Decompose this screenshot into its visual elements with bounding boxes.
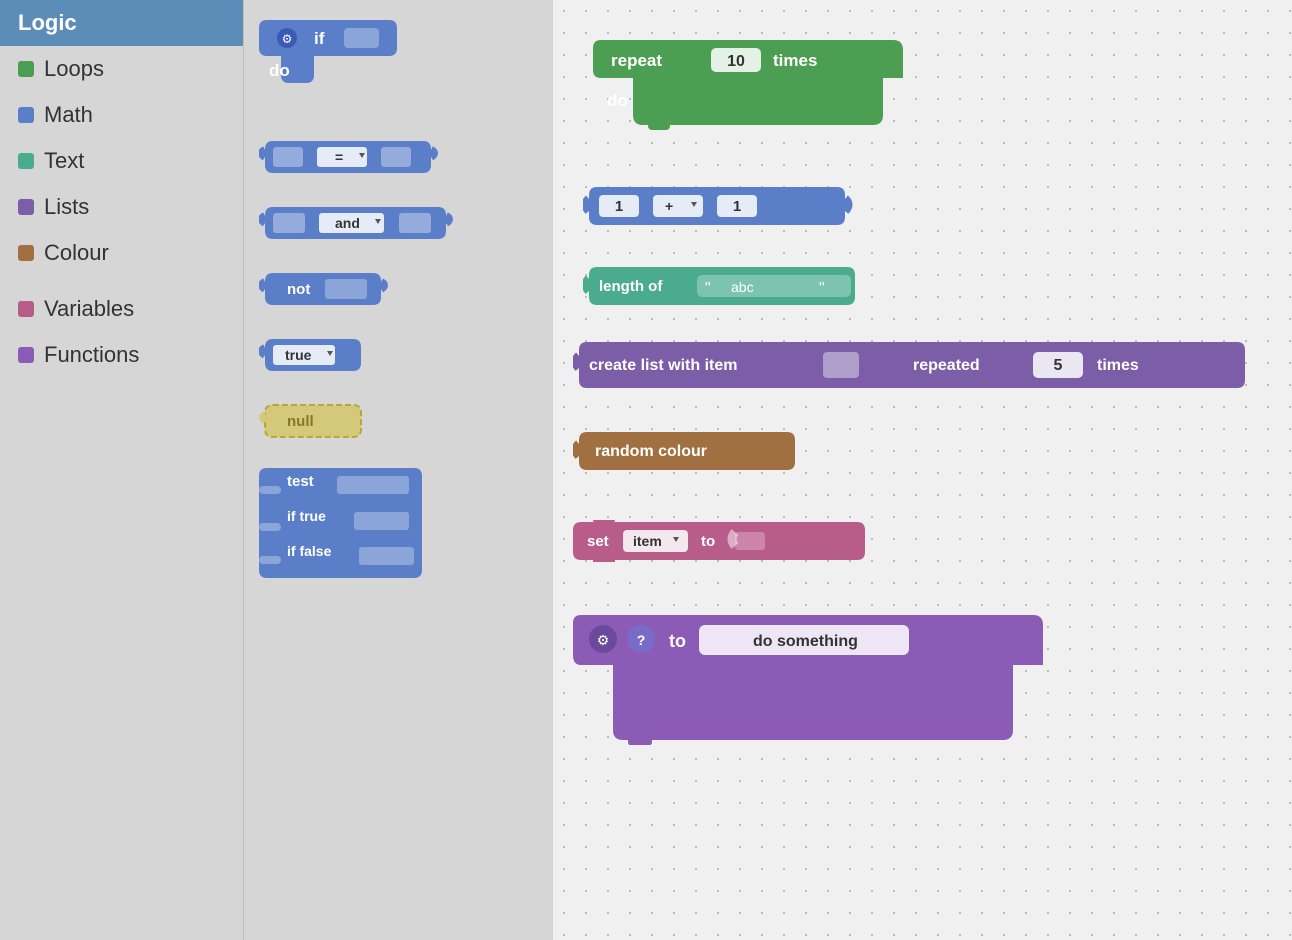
svg-text:not: not <box>287 281 310 298</box>
svg-text:to: to <box>701 533 715 550</box>
equals-block[interactable]: = <box>259 138 538 181</box>
svg-text:times: times <box>1097 357 1139 374</box>
lists-color-dot <box>18 199 34 215</box>
svg-text:repeated: repeated <box>913 357 980 374</box>
variables-color-dot <box>18 301 34 317</box>
loops-color-dot <box>18 61 34 77</box>
sidebar: Logic Loops Math Text Lists Colour Varia… <box>0 0 243 940</box>
svg-text:set: set <box>587 533 609 550</box>
sidebar-item-logic[interactable]: Logic <box>0 0 243 46</box>
svg-text:test: test <box>287 473 314 490</box>
svg-text:?: ? <box>637 632 646 648</box>
sidebar-label-text: Text <box>44 148 84 174</box>
sidebar-item-loops[interactable]: Loops <box>0 46 243 92</box>
svg-text:repeat: repeat <box>611 51 662 70</box>
text-length-block[interactable]: length of " abc " <box>583 265 863 312</box>
svg-text:=: = <box>335 149 343 165</box>
svg-text:true: true <box>285 347 312 363</box>
sidebar-label-math: Math <box>44 102 93 128</box>
if-block[interactable]: ⚙ if do <box>259 20 538 115</box>
svg-text:if true: if true <box>287 508 326 524</box>
svg-text:if: if <box>314 29 325 48</box>
ternary-block[interactable]: test if true if false <box>259 468 538 583</box>
function-definition-block[interactable]: ⚙ ? to do something <box>573 615 1053 750</box>
sidebar-item-colour[interactable]: Colour <box>0 230 243 276</box>
blocks-panel: ⚙ if do = <box>243 0 553 940</box>
svg-text:⚙: ⚙ <box>597 632 610 648</box>
svg-text:+: + <box>665 198 673 214</box>
math-color-dot <box>18 107 34 123</box>
true-block[interactable]: true <box>259 336 538 379</box>
svg-text:": " <box>819 280 825 297</box>
svg-text:10: 10 <box>727 53 745 70</box>
text-color-dot <box>18 153 34 169</box>
null-block[interactable]: null <box>259 402 538 445</box>
sidebar-item-lists[interactable]: Lists <box>0 184 243 230</box>
svg-text:to: to <box>669 631 686 651</box>
svg-text:create list with item: create list with item <box>589 357 738 374</box>
sidebar-label-loops: Loops <box>44 56 104 82</box>
svg-text:do: do <box>607 91 628 110</box>
svg-text:times: times <box>773 51 817 70</box>
sidebar-item-functions[interactable]: Functions <box>0 332 243 378</box>
sidebar-label-colour: Colour <box>44 240 109 266</box>
create-list-block[interactable]: create list with item repeated 5 times <box>573 340 1253 395</box>
svg-text:5: 5 <box>1054 357 1063 374</box>
sidebar-item-variables[interactable]: Variables <box>0 286 243 332</box>
colour-block[interactable]: random colour <box>573 430 803 477</box>
svg-text:if false: if false <box>287 543 332 559</box>
svg-text:⚙: ⚙ <box>282 32 293 46</box>
sidebar-item-math[interactable]: Math <box>0 92 243 138</box>
svg-text:1: 1 <box>733 198 741 215</box>
svg-text:random colour: random colour <box>595 443 707 460</box>
svg-text:1: 1 <box>615 198 623 215</box>
svg-text:item: item <box>633 533 662 549</box>
canvas: repeat 10 times do 1 + 1 <box>553 0 1292 940</box>
svg-text:and: and <box>335 215 360 231</box>
sidebar-label-lists: Lists <box>44 194 89 220</box>
colour-color-dot <box>18 245 34 261</box>
set-variable-block[interactable]: set item to <box>573 520 873 567</box>
svg-text:do: do <box>269 61 290 80</box>
svg-text:abc: abc <box>731 279 754 295</box>
svg-text:length of: length of <box>599 278 663 295</box>
not-block[interactable]: not <box>259 270 538 313</box>
and-block[interactable]: and <box>259 204 538 247</box>
svg-text:null: null <box>287 413 314 430</box>
svg-text:": " <box>705 280 711 297</box>
sidebar-label-functions: Functions <box>44 342 139 368</box>
functions-color-dot <box>18 347 34 363</box>
svg-text:do something: do something <box>753 633 858 650</box>
repeat-block[interactable]: repeat 10 times do <box>593 40 913 145</box>
sidebar-item-text[interactable]: Text <box>0 138 243 184</box>
sidebar-label-variables: Variables <box>44 296 134 322</box>
math-block[interactable]: 1 + 1 <box>583 185 853 232</box>
sidebar-label-logic: Logic <box>18 10 77 36</box>
